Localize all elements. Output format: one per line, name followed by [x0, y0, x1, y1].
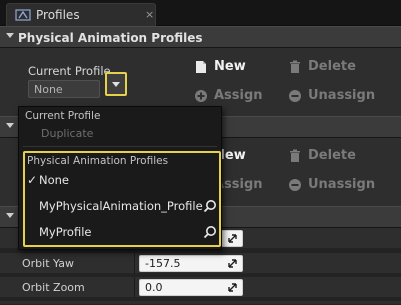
column-divider — [134, 253, 135, 274]
checkmark-icon: ✓ — [27, 173, 38, 187]
chevron-down-icon — [112, 82, 120, 87]
profiles-panel: Profiles × Physical Animation Profiles C… — [0, 0, 401, 305]
property-row-partial — [0, 301, 401, 305]
new-label: New — [214, 59, 246, 74]
orbit-yaw-field[interactable]: -157.5 — [139, 255, 243, 272]
details-content: Physical Animation Profiles Current Prof… — [0, 26, 401, 305]
search-icon[interactable] — [203, 199, 217, 213]
close-icon[interactable]: × — [145, 8, 154, 21]
menu-divider — [23, 146, 217, 147]
profile-item-label: MyPhysicalAnimation_Profile — [39, 199, 203, 213]
expand-arrow-icon[interactable] — [6, 123, 14, 128]
document-icon — [196, 61, 206, 73]
profile-dropdown-menu: Current Profile Duplicate Physical Anima… — [18, 106, 222, 250]
property-name: Orbit Zoom — [22, 281, 85, 294]
drag-handle-icon[interactable] — [228, 259, 237, 268]
delete-button-2[interactable]: Delete — [288, 148, 368, 166]
plus-circle-icon — [195, 90, 207, 102]
orbit-zoom-field[interactable]: 0.0 — [139, 279, 243, 296]
menu-section-profiles: Physical Animation Profiles — [27, 155, 169, 167]
delete-label: Delete — [308, 59, 356, 74]
drag-handle-icon[interactable] — [228, 283, 237, 292]
duplicate-menu-item[interactable]: Duplicate — [41, 127, 93, 140]
expand-arrow-icon[interactable] — [6, 213, 14, 218]
property-row: Orbit Zoom 0.0 — [0, 277, 401, 298]
drag-handle-icon[interactable] — [228, 234, 237, 243]
profile-item-label: MyProfile — [39, 225, 92, 239]
delete-label: Delete — [308, 148, 356, 163]
tab-bar: Profiles × — [0, 0, 401, 26]
property-value: 0.0 — [145, 281, 163, 294]
trash-icon — [290, 60, 300, 73]
minus-circle-icon — [289, 90, 301, 102]
new-button[interactable]: New — [194, 59, 254, 77]
current-profile-value: None — [34, 83, 63, 96]
minus-circle-icon — [289, 179, 301, 191]
unassign-button[interactable]: Unassign — [288, 88, 384, 106]
profile-list: Physical Animation Profiles ✓ None MyPhy… — [23, 151, 221, 247]
menu-section-current: Current Profile — [25, 110, 101, 122]
profile-dropdown-button[interactable] — [105, 72, 127, 96]
profile-item-label: None — [39, 173, 70, 187]
section-title: Physical Animation Profiles — [18, 31, 203, 45]
section-header-physical[interactable]: Physical Animation Profiles — [0, 26, 401, 48]
skeleton-icon — [15, 9, 31, 21]
unassign-label: Unassign — [308, 88, 376, 103]
unassign-button-2[interactable]: Unassign — [288, 177, 384, 195]
column-divider — [134, 277, 135, 298]
property-name: Orbit Yaw — [22, 257, 74, 270]
property-value: -157.5 — [145, 257, 181, 270]
unassign-label: Unassign — [308, 177, 376, 192]
current-profile-combo[interactable]: None — [28, 80, 100, 98]
profile-item[interactable]: MyProfile — [25, 222, 219, 244]
search-icon[interactable] — [203, 225, 217, 239]
trash-icon — [290, 149, 300, 162]
tab-label: Profiles — [36, 8, 80, 22]
tab-profiles[interactable]: Profiles × — [6, 3, 156, 26]
profile-item-none[interactable]: ✓ None — [25, 170, 219, 192]
expand-arrow-icon[interactable] — [6, 33, 14, 38]
assign-label: Assign — [214, 88, 263, 103]
current-profile-label: Current Profile — [28, 64, 111, 78]
assign-button[interactable]: Assign — [194, 88, 274, 106]
property-row: Orbit Yaw -157.5 — [0, 253, 401, 274]
profile-item[interactable]: MyPhysicalAnimation_Profile — [25, 196, 219, 218]
delete-button[interactable]: Delete — [288, 59, 368, 77]
